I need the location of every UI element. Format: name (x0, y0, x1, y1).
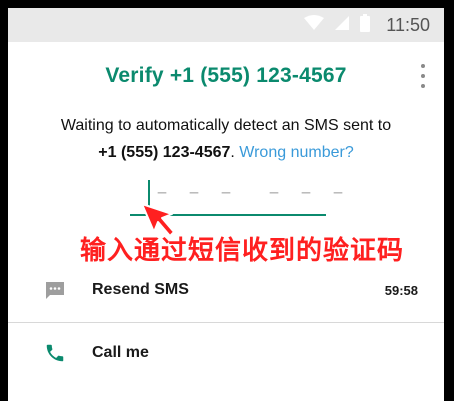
resend-sms-row[interactable]: Resend SMS 59:58 (8, 262, 444, 318)
battery-icon (360, 13, 371, 37)
call-me-row[interactable]: Call me (8, 318, 444, 374)
menu-dot (421, 74, 425, 78)
resend-timer: 59:58 (384, 283, 418, 298)
period: . (230, 144, 240, 161)
wifi-icon (304, 14, 325, 36)
app-screen: 11:50 Verify +1 (555) 123-4567 Waiting t… (8, 8, 444, 401)
menu-dot (421, 64, 425, 68)
phone-number: +1 (555) 123-4567 (98, 144, 231, 161)
status-bar: 11:50 (8, 8, 444, 42)
app-header: Verify +1 (555) 123-4567 (8, 42, 444, 106)
resend-sms-label: Resend SMS (92, 281, 189, 298)
signal-icon (334, 15, 350, 36)
page-title: Verify +1 (555) 123-4567 (105, 64, 347, 87)
code-placeholder: – – – – – – (156, 182, 349, 205)
wrong-number-link[interactable]: Wrong number? (239, 144, 353, 161)
instructions-line1: Waiting to automatically detect an SMS s… (60, 117, 392, 134)
device-frame: 11:50 Verify +1 (555) 123-4567 Waiting t… (0, 0, 454, 401)
instructions: Waiting to automatically detect an SMS s… (8, 112, 444, 166)
call-me-label: Call me (92, 344, 149, 361)
phone-icon (46, 344, 64, 362)
status-time: 11:50 (386, 14, 430, 35)
overflow-menu-icon[interactable] (418, 62, 428, 90)
message-icon (46, 282, 64, 299)
menu-dot (421, 84, 425, 88)
instructions-line2: +1 (555) 123-4567. Wrong number? (8, 139, 444, 166)
